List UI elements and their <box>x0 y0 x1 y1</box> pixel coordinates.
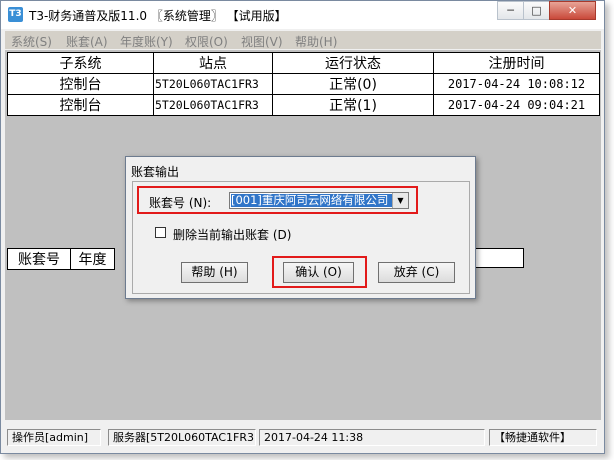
cell-site: 5T20L060TAC1FR3 <box>153 94 273 116</box>
main-window: T3 T3-财务通普及版11.0 〖系统管理〗 【试用版】 ─ □ ✕ 系统(S… <box>0 0 605 454</box>
close-button[interactable]: ✕ <box>549 1 596 20</box>
col-subsystem: 子系统 <box>7 52 154 74</box>
col-register-time: 注册时间 <box>433 52 600 74</box>
account-table: 账套号 年度 <box>7 248 115 270</box>
minimize-button[interactable]: ─ <box>497 1 524 20</box>
cell-register-time: 2017-04-24 10:08:12 <box>433 73 600 95</box>
cell-register-time: 2017-04-24 09:04:21 <box>433 94 600 116</box>
status-datetime: 2017-04-24 11:38 <box>259 429 485 446</box>
cell-status: 正常(1) <box>272 94 434 116</box>
table-header-row: 子系统 站点 运行状态 注册时间 <box>7 52 600 74</box>
minimize-icon: ─ <box>507 4 514 17</box>
export-account-dialog: 账套输出 账套号 (N): [001]重庆阿司云网络有限公司 ▼ 删除当前输出账… <box>125 156 476 299</box>
close-icon: ✕ <box>567 4 578 17</box>
status-brand: 【畅捷通软件】 <box>489 429 597 446</box>
title-bar[interactable]: T3 T3-财务通普及版11.0 〖系统管理〗 【试用版】 ─ □ ✕ <box>1 1 604 29</box>
cell-site: 5T20L060TAC1FR3 <box>153 73 273 95</box>
table-row[interactable]: 控制台 5T20L060TAC1FR3 正常(0) 2017-04-24 10:… <box>7 73 600 95</box>
app-icon: T3 <box>8 7 23 22</box>
menu-help[interactable]: 帮助(H) <box>295 33 337 50</box>
col-site: 站点 <box>153 52 273 74</box>
window-title: T3-财务通普及版11.0 〖系统管理〗 【试用版】 <box>29 9 287 23</box>
delete-account-checkbox[interactable] <box>155 227 166 238</box>
status-operator: 操作员[admin] <box>7 429 101 446</box>
account-select-value: [001]重庆阿司云网络有限公司 <box>231 194 394 207</box>
cancel-button[interactable]: 放弃 (C) <box>378 262 455 283</box>
col-status: 运行状态 <box>272 52 434 74</box>
status-server: 服务器[5T20L060TAC1FR3] <box>108 429 256 446</box>
account-table-tail <box>476 248 524 268</box>
help-button[interactable]: 帮助 (H) <box>181 262 248 283</box>
col-account-no: 账套号 <box>7 248 71 270</box>
cell-subsystem: 控制台 <box>7 94 154 116</box>
status-bar: 操作员[admin] 服务器[5T20L060TAC1FR3] 2017-04-… <box>5 426 601 448</box>
menu-year-account[interactable]: 年度账(Y) <box>120 33 173 50</box>
delete-account-label: 删除当前输出账套 (D) <box>173 228 292 242</box>
maximize-icon: □ <box>531 4 542 17</box>
dialog-body: 账套号 (N): [001]重庆阿司云网络有限公司 ▼ 删除当前输出账套 (D)… <box>132 181 470 294</box>
dialog-title: 账套输出 <box>131 165 180 179</box>
menu-account[interactable]: 账套(A) <box>66 33 108 50</box>
maximize-button[interactable]: □ <box>523 1 550 20</box>
chevron-down-icon[interactable]: ▼ <box>392 193 408 208</box>
menu-system[interactable]: 系统(S) <box>11 33 52 50</box>
account-select[interactable]: [001]重庆阿司云网络有限公司 ▼ <box>229 192 409 209</box>
menu-view[interactable]: 视图(V) <box>241 33 283 50</box>
account-label: 账套号 (N): <box>149 196 212 210</box>
menu-permission[interactable]: 权限(O) <box>185 33 228 50</box>
col-year: 年度 <box>70 248 115 270</box>
cell-status: 正常(0) <box>272 73 434 95</box>
subsystem-table: 子系统 站点 运行状态 注册时间 控制台 5T20L060TAC1FR3 正常(… <box>7 52 600 116</box>
menu-bar: 系统(S) 账套(A) 年度账(Y) 权限(O) 视图(V) 帮助(H) <box>5 31 601 49</box>
ok-button[interactable]: 确认 (O) <box>283 262 354 283</box>
account-header-row: 账套号 年度 <box>7 248 115 270</box>
table-row[interactable]: 控制台 5T20L060TAC1FR3 正常(1) 2017-04-24 09:… <box>7 94 600 116</box>
cell-subsystem: 控制台 <box>7 73 154 95</box>
